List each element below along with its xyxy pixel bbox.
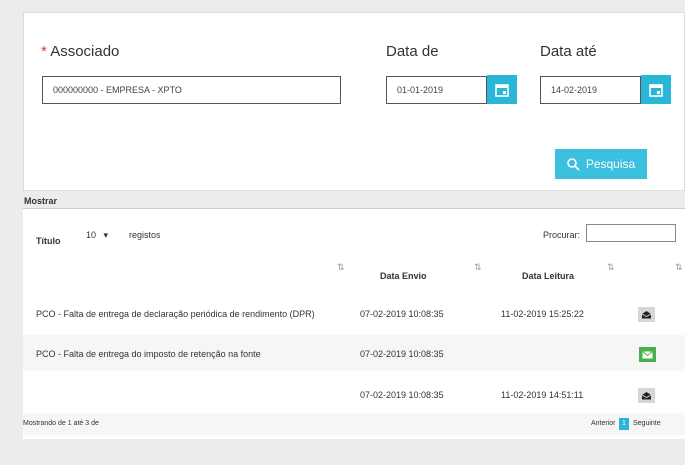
associado-input[interactable]: 000000000 - EMPRESA - XPTO bbox=[42, 76, 341, 104]
table-footer: Mostrando de 1 até 3 de Anterior 1 Segui… bbox=[23, 413, 685, 435]
row-titulo: PCO - Falta de entrega do imposto de ret… bbox=[36, 349, 261, 359]
row-leitura: 11-02-2019 14:51:11 bbox=[501, 390, 584, 400]
next-page-button[interactable]: Seguinte bbox=[633, 420, 661, 427]
row-envio: 07-02-2019 10:08:35 bbox=[360, 349, 444, 359]
search-input[interactable] bbox=[586, 224, 676, 242]
data-de-label: Data de bbox=[386, 43, 439, 60]
associado-label: * Associado bbox=[41, 43, 120, 60]
data-ate-input[interactable]: 14-02-2019 bbox=[540, 76, 641, 104]
column-header-envio[interactable]: Data Envio bbox=[380, 271, 427, 281]
table-info: Mostrando de 1 até 3 de bbox=[23, 420, 99, 427]
calendar-icon[interactable] bbox=[641, 75, 671, 104]
envelope-closed-icon[interactable] bbox=[639, 347, 656, 362]
column-header-titulo[interactable]: Título bbox=[36, 236, 61, 246]
envelope-open-icon[interactable] bbox=[638, 307, 655, 322]
sort-icon[interactable]: ⇅ bbox=[607, 262, 615, 273]
results-table: 10 ▾ registos Título Procurar: ⇅ Data En… bbox=[23, 208, 685, 439]
data-ate-label: Data até bbox=[540, 43, 597, 60]
mostrar-label: Mostrar bbox=[24, 196, 58, 206]
row-envio: 07-02-2019 10:08:35 bbox=[360, 309, 444, 319]
row-envio: 07-02-2019 10:08:35 bbox=[360, 390, 444, 400]
sort-icon[interactable]: ⇅ bbox=[337, 262, 345, 273]
prev-page-button[interactable]: Anterior bbox=[591, 420, 616, 427]
page-size-select[interactable]: 10 ▾ bbox=[86, 230, 108, 241]
envelope-open-icon[interactable] bbox=[638, 388, 655, 403]
column-header-leitura[interactable]: Data Leitura bbox=[522, 271, 574, 281]
table-row[interactable]: PCO - Falta de entrega do imposto de ret… bbox=[23, 335, 685, 371]
sort-icon[interactable]: ⇅ bbox=[474, 262, 482, 273]
row-leitura: 11-02-2019 15:25:22 bbox=[501, 309, 584, 319]
search-button[interactable]: Pesquisa bbox=[555, 149, 647, 179]
search-icon bbox=[567, 157, 580, 171]
table-row[interactable]: 07-02-2019 10:08:35 11-02-2019 14:51:11 bbox=[23, 377, 685, 413]
calendar-icon[interactable] bbox=[487, 75, 517, 104]
page-button[interactable]: 1 bbox=[619, 418, 629, 430]
chevron-down-icon: ▾ bbox=[103, 230, 109, 240]
sort-icon[interactable]: ⇅ bbox=[675, 262, 683, 273]
search-panel: * Associado 000000000 - EMPRESA - XPTO D… bbox=[23, 12, 685, 191]
registos-label: registos bbox=[129, 230, 161, 240]
search-button-label: Pesquisa bbox=[585, 157, 636, 171]
table-row[interactable]: PCO - Falta de entrega de declaração per… bbox=[23, 296, 685, 332]
row-titulo: PCO - Falta de entrega de declaração per… bbox=[36, 309, 315, 319]
procurar-label: Procurar: bbox=[543, 230, 581, 240]
data-de-input[interactable]: 01-01-2019 bbox=[386, 76, 487, 104]
